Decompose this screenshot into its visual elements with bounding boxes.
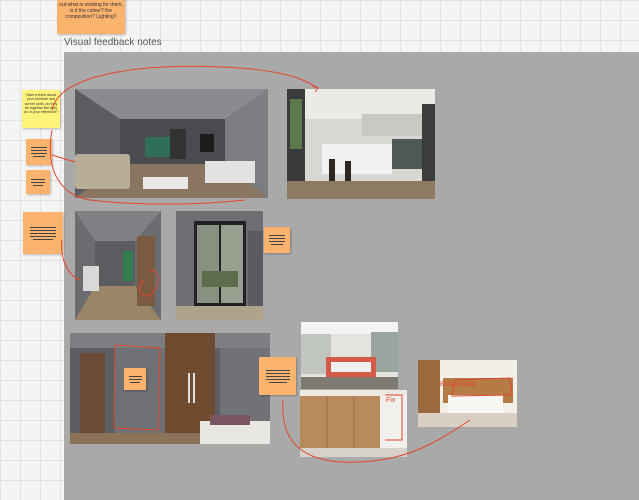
sticky-note-6[interactable] bbox=[124, 368, 146, 390]
sticky-note-1-text bbox=[26, 139, 52, 165]
sticky-note-4[interactable] bbox=[264, 227, 290, 253]
living-room-render[interactable] bbox=[75, 89, 268, 198]
sticky-note-4-text bbox=[264, 227, 290, 253]
sliding-door-render[interactable] bbox=[176, 211, 263, 320]
frame-title[interactable]: Visual feedback notes bbox=[64, 37, 162, 48]
sticky-note-2-text bbox=[26, 170, 50, 194]
sticky-note-3[interactable] bbox=[23, 212, 63, 254]
top-sticky-text: out what is working for them, is it the … bbox=[59, 2, 123, 20]
bedroom-reference-photo[interactable] bbox=[301, 322, 398, 389]
wardrobe-reference-photo[interactable] bbox=[300, 390, 407, 457]
corridor-render[interactable] bbox=[75, 211, 161, 320]
sticky-note-5[interactable] bbox=[259, 357, 296, 395]
yellow-sticky-note[interactable]: Have a think about your furniture and co… bbox=[22, 90, 60, 128]
sticky-note-3-text bbox=[23, 212, 63, 254]
kitchen-reference[interactable] bbox=[287, 89, 435, 199]
sticky-note-5-text bbox=[259, 357, 296, 395]
wood-headboard-photo[interactable] bbox=[418, 360, 517, 427]
top-sticky-note[interactable]: out what is working for them, is it the … bbox=[57, 0, 125, 34]
sticky-note-6-text bbox=[124, 368, 146, 390]
sticky-note-1[interactable] bbox=[26, 139, 52, 165]
bedroom-wardrobe-render[interactable] bbox=[70, 333, 270, 444]
sticky-note-2[interactable] bbox=[26, 170, 50, 194]
yellow-sticky-text: Have a think about your furniture and co… bbox=[24, 93, 58, 115]
